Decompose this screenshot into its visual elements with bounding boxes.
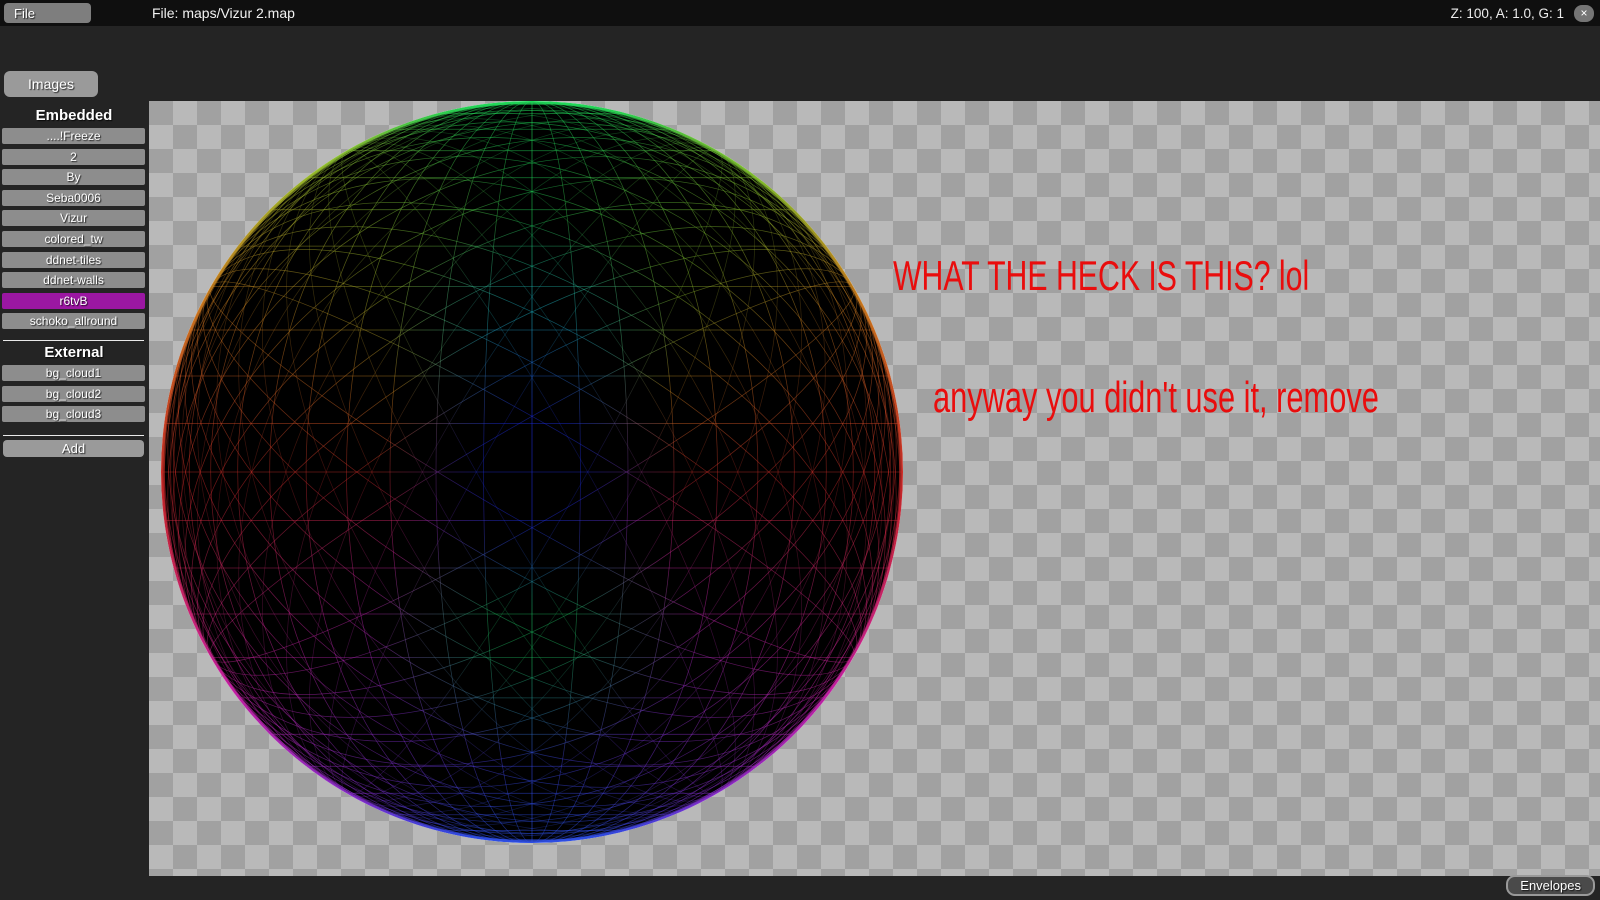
images-sidebar: Images Embedded ....!Freeze 2 By Seba0006 Vi… bbox=[0, 26, 148, 900]
divider bbox=[3, 340, 144, 341]
image-list-item[interactable]: bg_cloud1 bbox=[2, 365, 145, 381]
menu-bar: File File: maps/Vizur 2.map Z: 100, A: 1… bbox=[0, 0, 1600, 26]
tab-images[interactable]: Images bbox=[4, 71, 98, 97]
image-list-item[interactable]: ....!Freeze bbox=[2, 128, 145, 144]
map-annotation-text-1: WHAT THE HECK IS THIS? lol bbox=[893, 253, 1309, 299]
zoom-animation-grid-status: Z: 100, A: 1.0, G: 1 bbox=[1451, 6, 1564, 21]
image-list-item[interactable]: schoko_allround bbox=[2, 313, 145, 329]
map-annotation-text-2: anyway you didn't use it, remove bbox=[933, 374, 1379, 422]
image-list-item[interactable]: Vizur bbox=[2, 210, 145, 226]
image-preview-sphere bbox=[161, 101, 903, 843]
envelopes-button[interactable]: Envelopes bbox=[1506, 875, 1595, 896]
image-list-item[interactable]: colored_tw bbox=[2, 231, 145, 247]
image-list-item[interactable]: ddnet-walls bbox=[2, 272, 145, 288]
image-list-item[interactable]: By bbox=[2, 169, 145, 185]
image-list-item[interactable]: Seba0006 bbox=[2, 190, 145, 206]
close-icon[interactable]: × bbox=[1574, 5, 1594, 22]
image-list-item[interactable]: bg_cloud3 bbox=[2, 406, 145, 422]
image-list-item[interactable]: bg_cloud2 bbox=[2, 386, 145, 402]
external-section-header: External bbox=[0, 344, 148, 361]
sphere-color-tint bbox=[161, 101, 903, 843]
add-image-button[interactable]: Add bbox=[3, 440, 144, 457]
editor-viewport[interactable]: WHAT THE HECK IS THIS? lol anyway you di… bbox=[149, 101, 1600, 876]
embedded-section-header: Embedded bbox=[0, 107, 148, 124]
image-list-item[interactable]: ddnet-tiles bbox=[2, 252, 145, 268]
file-path-title: File: maps/Vizur 2.map bbox=[152, 0, 295, 26]
external-image-list: bg_cloud1 bg_cloud2 bg_cloud3 bbox=[2, 365, 145, 422]
file-menu-button[interactable]: File bbox=[4, 3, 91, 23]
image-list-item[interactable]: r6tvB bbox=[2, 293, 145, 309]
image-list-item[interactable]: 2 bbox=[2, 149, 145, 165]
embedded-image-list: ....!Freeze 2 By Seba0006 Vizur colored_twddn… bbox=[2, 128, 145, 329]
divider bbox=[3, 435, 144, 436]
